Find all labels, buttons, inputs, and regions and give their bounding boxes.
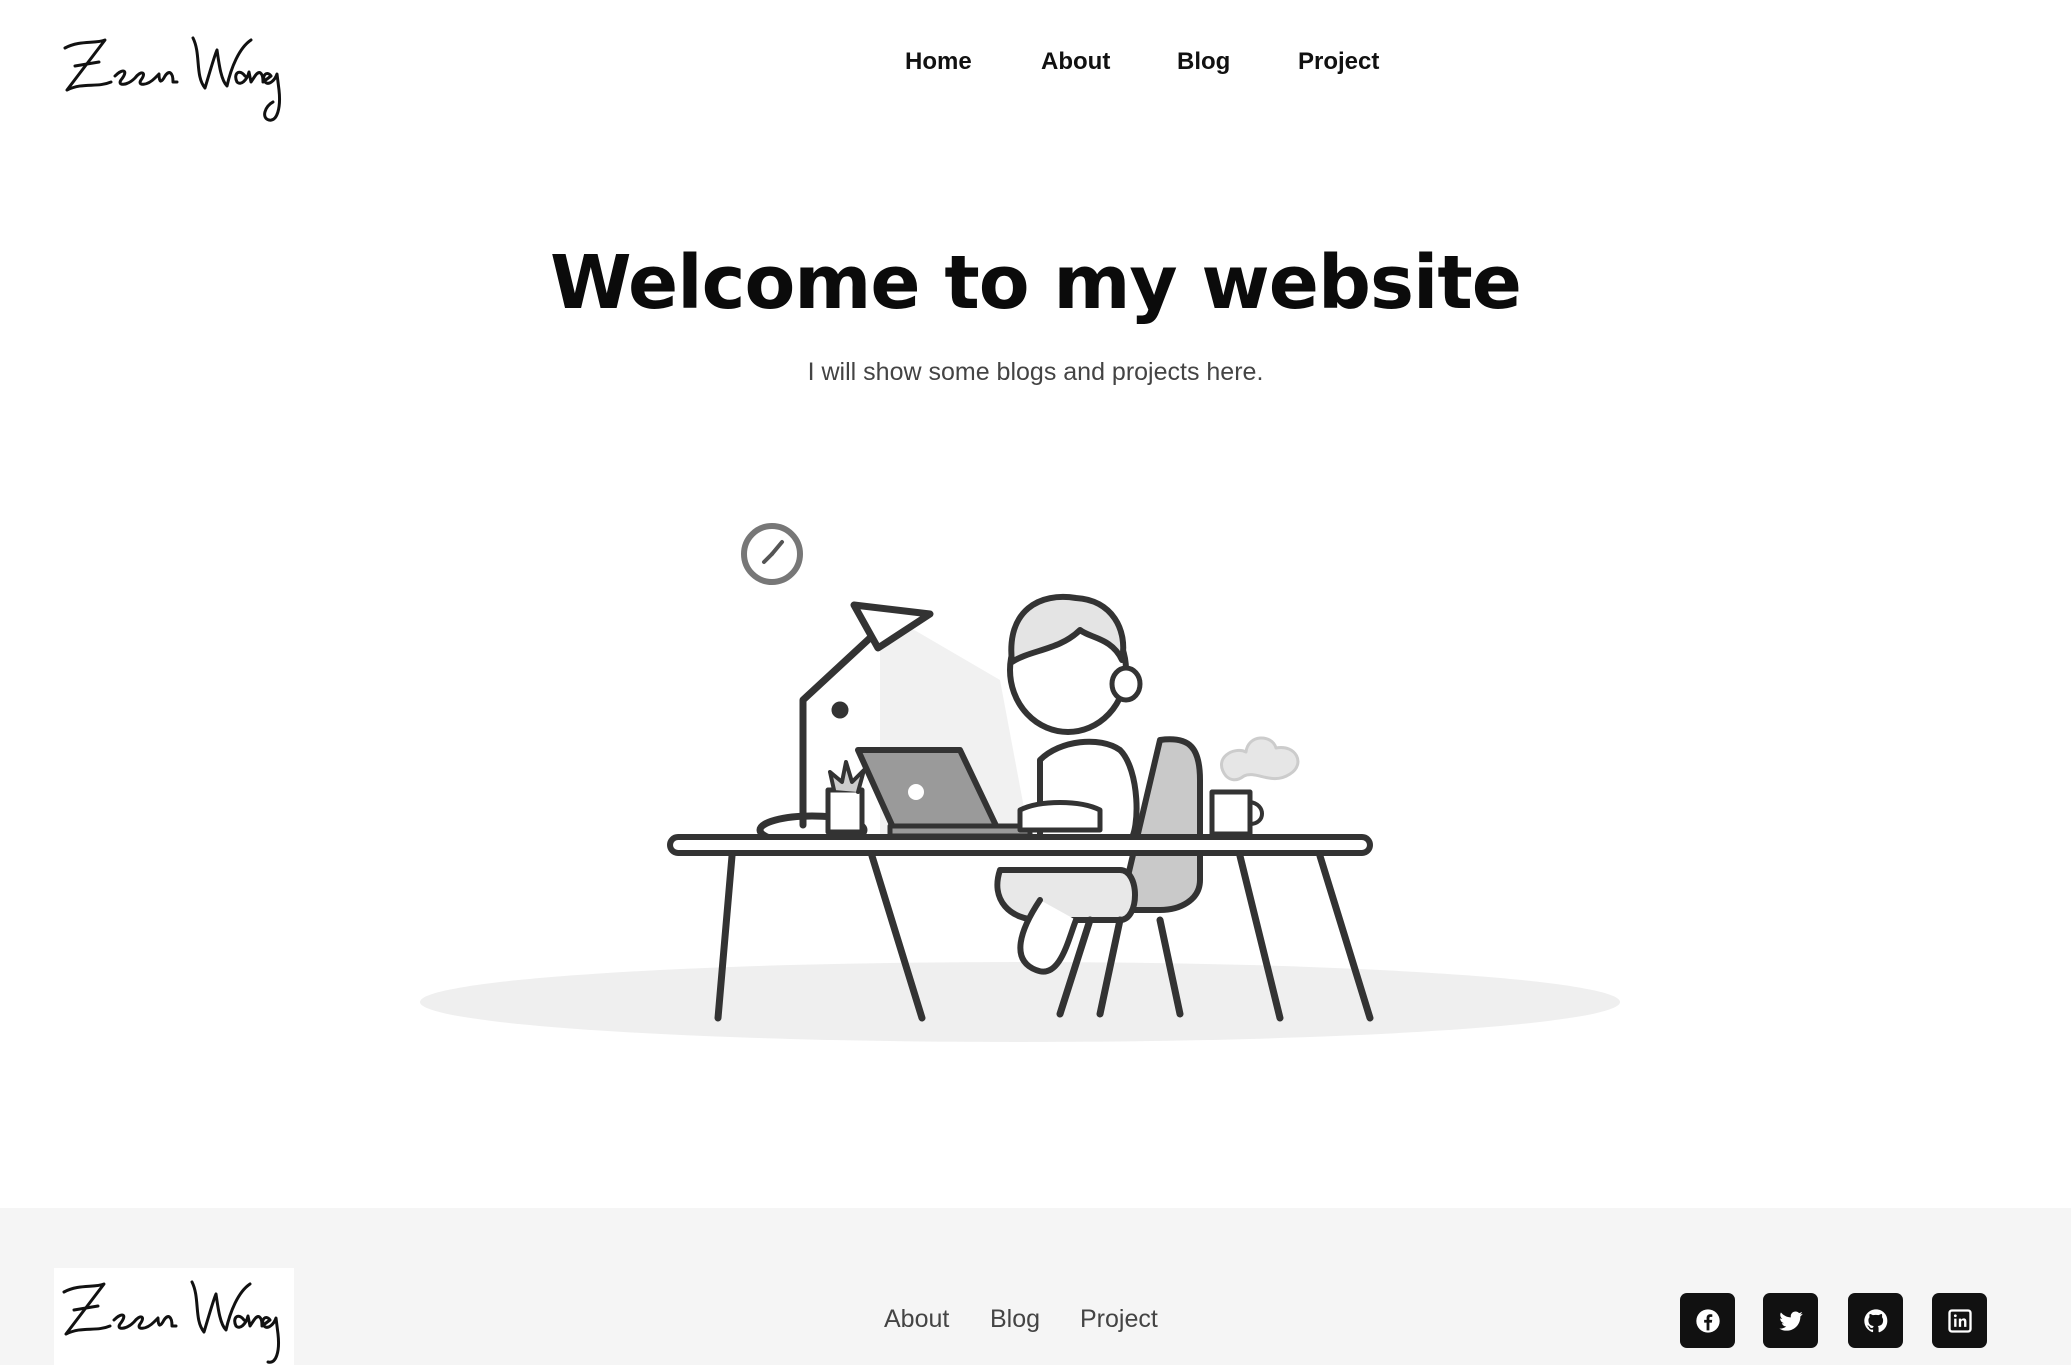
hero-title: Welcome to my website — [550, 240, 1522, 326]
nav-project[interactable]: Project — [1298, 48, 1379, 76]
footer-link-blog[interactable]: Blog — [990, 1305, 1040, 1334]
twitter-button[interactable] — [1763, 1293, 1818, 1348]
facebook-icon — [1695, 1308, 1720, 1333]
facebook-button[interactable] — [1680, 1293, 1735, 1348]
footer-signature-logo — [62, 1280, 280, 1364]
twitter-icon — [1778, 1311, 1803, 1331]
nav-about[interactable]: About — [1041, 48, 1110, 76]
github-icon — [1863, 1308, 1887, 1332]
hero-subtitle: I will show some blogs and projects here… — [807, 358, 1264, 386]
linkedin-icon — [1947, 1308, 1972, 1333]
nav-home[interactable]: Home — [905, 48, 972, 76]
github-button[interactable] — [1848, 1293, 1903, 1348]
desk-illustration — [400, 500, 1650, 1060]
footer-link-project[interactable]: Project — [1080, 1305, 1158, 1334]
main-nav: Home About Blog Project — [0, 48, 2071, 88]
footer-link-about[interactable]: About — [884, 1305, 949, 1334]
footer-logo[interactable] — [54, 1268, 294, 1365]
site-footer: About Blog Project — [0, 1208, 2071, 1365]
linkedin-button[interactable] — [1932, 1293, 1987, 1348]
nav-blog[interactable]: Blog — [1177, 48, 1230, 76]
